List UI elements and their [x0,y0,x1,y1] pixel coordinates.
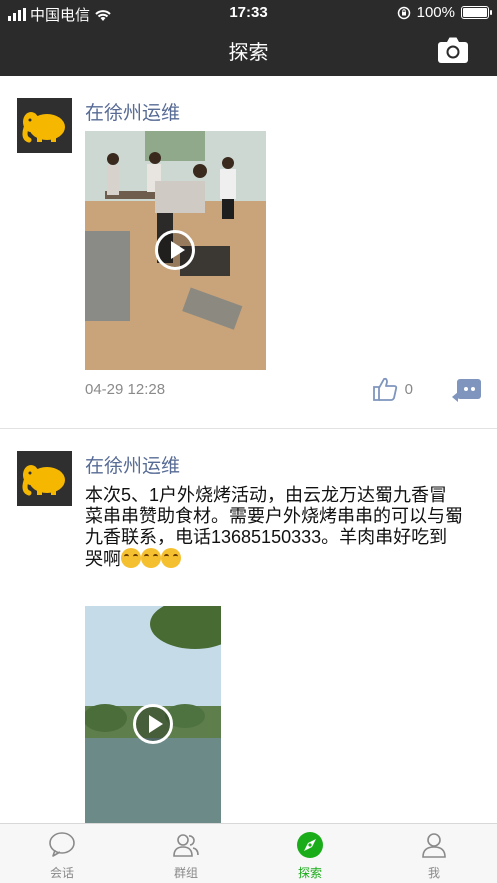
battery-icon [461,6,492,19]
tab-bar: 会话 群组 探索 我 [0,823,497,883]
crying-emoji-icon [141,548,161,568]
feed-post: 在徐州运维 04-29 12:28 0 [0,76,497,428]
avatar[interactable] [17,98,72,153]
post-username[interactable]: 在徐州运维 [85,451,180,478]
elephant-avatar-icon [22,112,65,143]
tab-me[interactable]: 我 [372,824,496,883]
nav-bar: 探索 [0,26,497,76]
tab-chats[interactable]: 会话 [0,824,124,883]
comment-icon[interactable] [457,379,481,399]
tab-label: 我 [427,866,440,880]
post-text: 本次5、1户外烧烤活动，由云龙万达蜀九香冒菜串串赞助食材。需要户外烧烤串串的可以… [85,485,465,570]
page-title: 探索 [228,42,269,64]
post-username[interactable]: 在徐州运维 [85,98,180,125]
orientation-lock-icon [397,6,410,19]
moments-feed[interactable]: 在徐州运维 04-29 12:28 0 在徐州运维 本次5、1户外烧烤活动，由云… [0,76,497,823]
play-button-icon[interactable] [155,230,195,270]
like-count: 0 [404,381,413,398]
chat-bubble-icon [49,832,75,857]
feed-post: 在徐州运维 本次5、1户外烧烤活动，由云龙万达蜀九香冒菜串串赞助食材。需要户外烧… [0,429,497,823]
battery-percent: 100% [416,4,455,21]
compass-icon [297,832,323,858]
crying-emoji-icon [121,548,141,568]
video-thumbnail[interactable] [85,131,266,370]
tab-label: 会话 [49,866,74,880]
video-thumbnail[interactable] [85,606,221,823]
status-bar: 中国电信 17:33 100% [0,0,497,26]
tab-label: 探索 [297,866,322,880]
tab-explore[interactable]: 探索 [248,824,372,883]
person-icon [422,833,446,858]
camera-icon[interactable] [437,36,469,64]
crying-emoji-icon [161,548,181,568]
post-timestamp: 04-29 12:28 [85,381,166,398]
tab-groups[interactable]: 群组 [124,824,248,883]
elephant-avatar-icon [22,465,65,496]
tab-label: 群组 [173,866,198,880]
thumbs-up-icon[interactable] [371,376,399,402]
play-button-icon[interactable] [133,704,173,744]
group-icon [173,834,199,857]
avatar[interactable] [17,451,72,506]
